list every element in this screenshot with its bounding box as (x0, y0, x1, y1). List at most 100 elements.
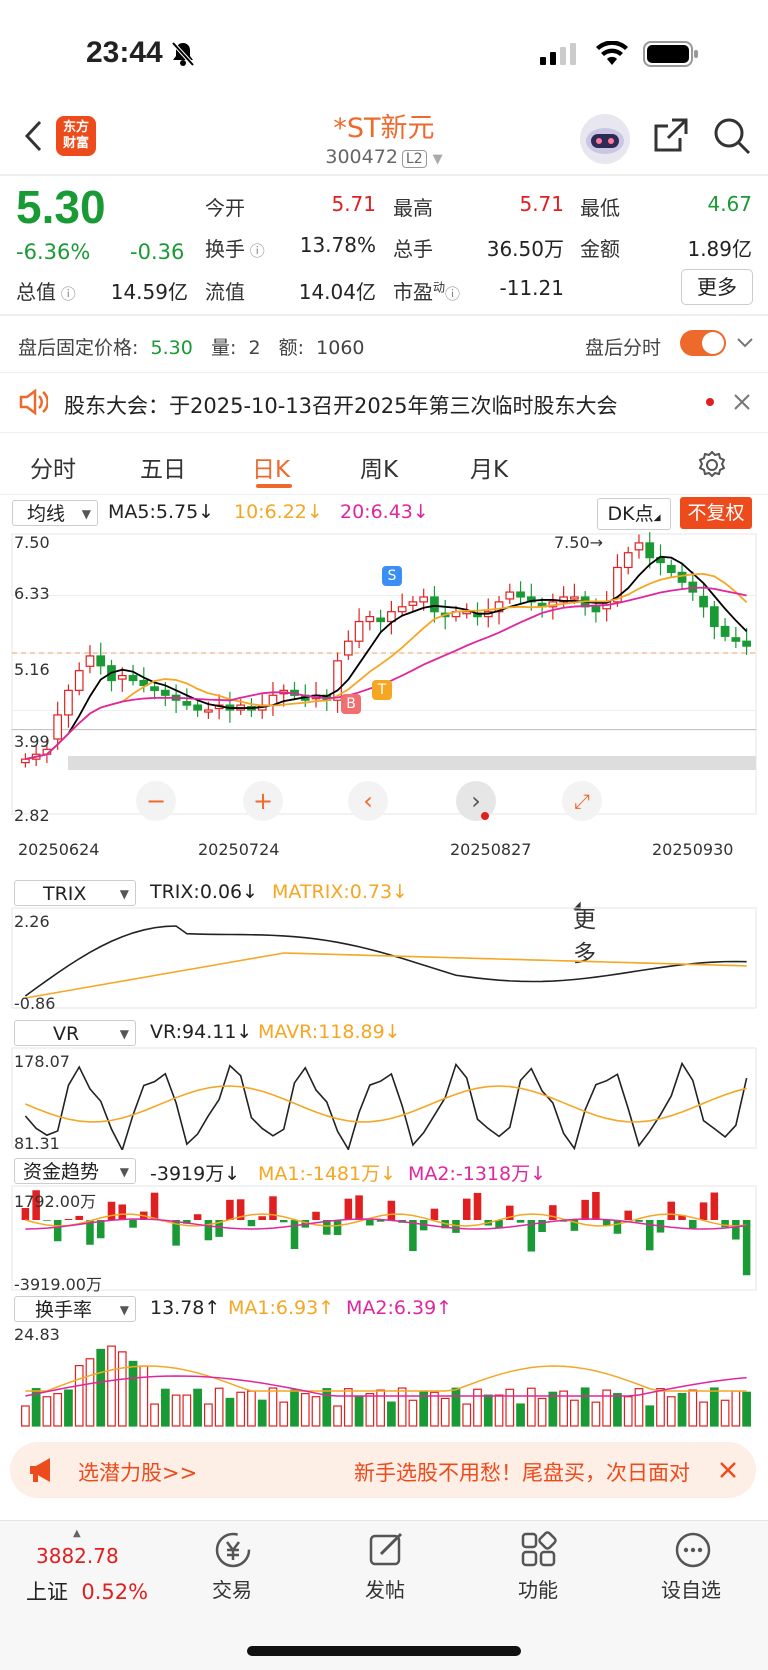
divider (0, 494, 768, 495)
vr-selector[interactable]: VR ▼ (14, 1020, 136, 1046)
candle-body (570, 596, 579, 600)
vr-bottom: 81.31 (14, 1134, 60, 1153)
ma-selector[interactable]: 均线 ▼ (12, 500, 98, 526)
sell-signal-badge[interactable]: S (382, 566, 402, 586)
tab-monthly-k[interactable]: 月K (470, 450, 508, 484)
after-hours-toggle[interactable] (680, 330, 726, 356)
tab-trade[interactable]: 交易 (192, 1574, 272, 1603)
t-signal-badge[interactable]: T (372, 680, 392, 700)
indicator-ma-line (25, 1085, 747, 1123)
settings-gear-icon[interactable] (697, 450, 727, 484)
range-scrollbar[interactable] (68, 756, 756, 770)
trix-selector[interactable]: TRIX ▼ (14, 880, 136, 906)
zoom-out-button[interactable]: − (136, 781, 176, 821)
fund-bar (43, 1220, 51, 1221)
ad-banner[interactable]: 选潜力股>> 新手选股不用愁！尾盘买，次日面对 (10, 1442, 756, 1498)
robot-avatar-icon[interactable] (578, 112, 632, 170)
candle-body (505, 591, 515, 600)
tab-five-day[interactable]: 五日 (140, 450, 186, 484)
trix-chart (11, 907, 757, 1009)
speaker-icon (18, 388, 49, 420)
more-dots-icon[interactable] (673, 1530, 713, 1574)
fund-bar (64, 1218, 73, 1220)
indicator-line (24, 1061, 748, 1150)
turnover-bar (408, 1399, 418, 1427)
after-hours-timeshare-label: 盘后分时 (585, 337, 662, 359)
buy-signal-badge[interactable]: B (341, 694, 361, 714)
turnover-bar (548, 1391, 558, 1427)
caret-down-icon: ▼ (432, 152, 443, 167)
turnover-bar (300, 1393, 310, 1427)
candle-body (160, 689, 170, 696)
turnover-bar (440, 1397, 450, 1427)
battery-icon (643, 40, 699, 72)
home-indicator (247, 1646, 521, 1656)
turnover-bar (591, 1401, 601, 1427)
candle-body (699, 595, 708, 608)
chevron-down-icon[interactable] (736, 335, 754, 354)
pan-left-button[interactable]: ‹ (348, 781, 388, 821)
turnover-bar (699, 1401, 708, 1427)
dk-point-button[interactable]: DK点◢ (597, 498, 671, 530)
turnover-bar (483, 1394, 493, 1427)
fund-bar (344, 1198, 353, 1220)
share-icon[interactable] (652, 116, 690, 158)
tab-add-watchlist[interactable]: 设自选 (651, 1574, 731, 1603)
fund-bar (699, 1202, 708, 1220)
turnover-bar (613, 1393, 622, 1427)
trade-yen-icon[interactable] (213, 1530, 253, 1574)
fullscreen-button[interactable]: ⤢ (562, 781, 602, 821)
tab-post[interactable]: 发帖 (345, 1574, 425, 1603)
ad-close-icon[interactable] (719, 1461, 737, 1483)
tab-function[interactable]: 功能 (498, 1574, 578, 1603)
post-edit-icon[interactable] (367, 1530, 407, 1574)
fund-bar (592, 1191, 600, 1220)
turnover-bar (709, 1387, 719, 1427)
turnover-bar (150, 1403, 159, 1427)
fund-bar (258, 1216, 266, 1220)
more-button[interactable]: 更多 (681, 269, 753, 305)
index-up-arrow-icon: ▲ (73, 1528, 81, 1539)
candle-body (645, 542, 655, 559)
fund-bar (75, 1215, 83, 1220)
turnover-bar (333, 1405, 342, 1427)
turnover-bar (580, 1387, 590, 1427)
fund-bar (366, 1220, 374, 1226)
candle-body (354, 620, 364, 642)
fund-bar (247, 1220, 256, 1227)
candle-body (666, 564, 676, 574)
turnover-bar (570, 1399, 579, 1427)
turnover-bar (343, 1388, 353, 1427)
tab-fenshi[interactable]: 分时 (30, 450, 76, 484)
unread-dot (706, 398, 714, 406)
y-label-bottom: 2.82 (14, 806, 50, 825)
turnover-bar (473, 1388, 482, 1427)
search-icon[interactable] (712, 116, 752, 160)
mktcap-value: 14.59亿 (110, 280, 188, 304)
turnover-label: 换手 ⓘ (205, 237, 265, 261)
index-value[interactable]: 3882.78 (36, 1544, 119, 1568)
notice-text[interactable]: 股东大会：于2025-10-13召开2025年第三次临时股东大会 (64, 390, 617, 420)
date-label-3: 20250827 (450, 840, 532, 859)
function-grid-icon[interactable] (519, 1530, 559, 1574)
fund-trend-selector[interactable]: 资金趋势 ▼ (14, 1158, 136, 1184)
turnover-bar (225, 1397, 235, 1427)
divider (0, 432, 768, 433)
signal-icon (540, 43, 578, 69)
turnover-rate-selector[interactable]: 换手率 ▼ (14, 1296, 136, 1322)
index-name-row[interactable]: 上证 0.52% (26, 1576, 148, 1606)
candle-body (731, 637, 741, 642)
candle-body (430, 596, 439, 613)
fund-bar (355, 1195, 363, 1220)
megaphone-icon (28, 1456, 62, 1488)
tab-weekly-k[interactable]: 周K (360, 450, 398, 484)
no-adjust-button[interactable]: 不复权 (680, 497, 752, 529)
zoom-in-button[interactable]: + (243, 781, 283, 821)
active-tab-indicator (256, 484, 292, 488)
turnover-bar (688, 1389, 698, 1427)
turnover-bar (53, 1393, 63, 1427)
tab-daily-k[interactable]: 日K (252, 450, 290, 484)
close-icon[interactable] (733, 393, 751, 415)
pan-right-button[interactable]: › (456, 781, 496, 821)
turnover-bar (214, 1387, 224, 1427)
